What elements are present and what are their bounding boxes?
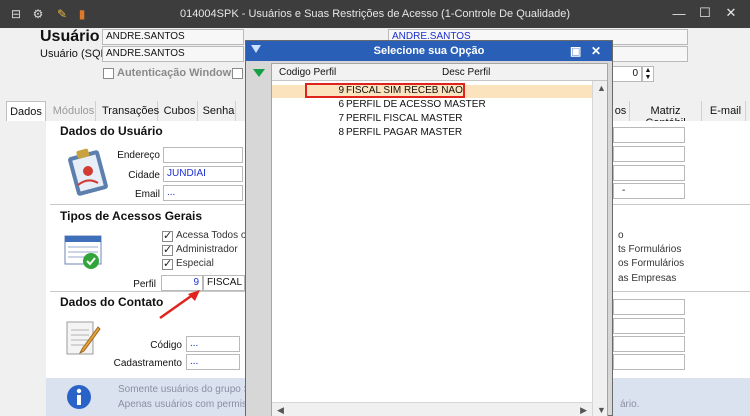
right-option-2: ts Formulários [618, 244, 682, 255]
tab-dados[interactable]: Dados [6, 101, 46, 121]
scroll-left-icon[interactable]: ◀ [277, 405, 284, 416]
contato-right-field-1[interactable] [613, 299, 685, 315]
endereco-field[interactable] [163, 147, 243, 163]
contato-right-field-2[interactable] [613, 318, 685, 334]
contato-right-field-4[interactable] [613, 354, 685, 370]
info-line-1: Somente usuários do grupo Sy [118, 384, 256, 395]
spinner-arrows[interactable]: ▲ ▼ [642, 66, 654, 82]
grid-header: Codigo Perfil Desc Perfil [272, 64, 607, 81]
grid-row[interactable]: 7 PERFIL FISCAL MASTER [272, 113, 592, 126]
email-label: Email [134, 189, 160, 200]
row-desc: PERFIL DE ACESSO MASTER [346, 99, 486, 110]
close-button[interactable]: ✕ [720, 4, 742, 22]
row-code: 7 [338, 113, 344, 124]
tab-modulos[interactable]: Módulos [52, 101, 96, 121]
tab-partial[interactable]: os [612, 101, 630, 121]
email-field[interactable]: ... [163, 185, 243, 201]
administrador-label: Administrador [176, 244, 238, 255]
dialog-titlebar: Selecione sua Opção ▣ ✕ [246, 41, 612, 61]
right-option-3: os Formulários [618, 258, 685, 269]
row-code: 6 [338, 99, 344, 110]
acessos-title: Tipos de Acessos Gerais [60, 209, 203, 223]
sql-field[interactable]: ANDRE.SANTOS [102, 46, 244, 62]
right-field-3[interactable] [613, 165, 685, 181]
info-line-2-right: ário. [620, 399, 640, 410]
perfil-desc-field[interactable]: FISCAL S [203, 275, 245, 291]
scroll-right-icon[interactable]: ▶ [580, 405, 587, 416]
codigo-field[interactable]: ... [186, 336, 240, 352]
row-code: 8 [338, 127, 344, 138]
codigo-label: Código [150, 340, 182, 351]
minimize-button[interactable]: — [668, 4, 690, 22]
col-codigo-perfil[interactable]: Codigo Perfil [279, 67, 336, 78]
perfil-label: Perfil [133, 279, 156, 290]
notepad-icon [66, 321, 101, 355]
dialog-left-strip [246, 61, 271, 416]
administrador-checkbox[interactable] [162, 243, 173, 256]
right-field-1[interactable] [613, 127, 685, 143]
annotation-arrow [159, 290, 200, 320]
contato-title: Dados do Contato [60, 295, 164, 309]
highlight-box [305, 83, 465, 98]
tab-senha[interactable]: Senha [202, 101, 236, 121]
row-desc: PERFIL PAGAR MASTER [346, 127, 463, 138]
extra-checkbox[interactable] [232, 68, 243, 79]
tab-cubos[interactable]: Cubos [162, 101, 198, 121]
tab-email[interactable]: E-mail [706, 101, 746, 121]
endereco-label: Endereço [117, 150, 160, 161]
right-field-4[interactable]: - [613, 183, 685, 199]
especial-checkbox[interactable] [162, 257, 173, 270]
dados-usuario-title: Dados do Usuário [60, 124, 163, 138]
options-grid: Codigo Perfil Desc Perfil 9 FISCAL SIM R… [271, 63, 608, 416]
dialog-close-button[interactable]: ✕ [591, 44, 601, 58]
usuario-field[interactable]: ANDRE.SANTOS [102, 29, 244, 45]
auth-windows-label: Autenticação Windows [117, 67, 238, 79]
scroll-down-icon[interactable]: ▼ [597, 405, 606, 415]
auth-windows-checkbox[interactable] [103, 68, 114, 79]
row-desc: PERFIL FISCAL MASTER [346, 113, 463, 124]
right-option-1: o [618, 230, 624, 241]
col-desc-perfil[interactable]: Desc Perfil [442, 67, 490, 78]
vertical-scrollbar[interactable]: ▲ ▼ [592, 81, 607, 416]
window-title: 014004SPK - Usuários e Suas Restrições d… [179, 8, 571, 20]
cidade-label: Cidade [128, 170, 160, 181]
spinner-field[interactable]: 0 [612, 66, 642, 82]
tab-transacoes[interactable]: Transações [102, 101, 159, 121]
tab-matriz-contabil[interactable]: Matriz Contábil [630, 101, 702, 129]
grid-row[interactable]: 6 PERFIL DE ACESSO MASTER [272, 99, 592, 112]
cadastramento-field[interactable]: ... [186, 354, 240, 370]
horizontal-scrollbar[interactable]: ◀ ▶ [272, 402, 592, 416]
filter-icon[interactable] [253, 69, 265, 77]
dialog-maximize-button[interactable]: ▣ [570, 44, 581, 58]
form-icon [64, 235, 102, 269]
cidade-field[interactable]: JUNDIAI [163, 166, 243, 182]
window-titlebar: ⊟ ⚙ ✎ ▮ 014004SPK - Usuários e Suas Rest… [0, 0, 750, 28]
dialog-title: Selecione sua Opção [373, 45, 485, 57]
info-line-2: Apenas usuários com permiss [118, 399, 252, 410]
right-option-4: as Empresas [618, 273, 677, 284]
contato-right-field-3[interactable] [613, 336, 685, 352]
grid-row[interactable]: 8 PERFIL PAGAR MASTER [272, 127, 592, 140]
acessa-todos-checkbox[interactable] [162, 229, 173, 242]
info-icon [67, 385, 91, 409]
selection-dialog: Selecione sua Opção ▣ ✕ Codigo Perfil De… [245, 40, 613, 416]
maximize-button[interactable]: ☐ [694, 4, 716, 22]
cadastramento-label: Cadastramento [113, 358, 182, 369]
usuario-label: Usuário [40, 28, 100, 45]
especial-label: Especial [176, 258, 214, 269]
right-field-2[interactable] [613, 146, 685, 162]
scroll-up-icon[interactable]: ▲ [597, 83, 606, 93]
acessa-todos-label: Acessa Todos o [176, 230, 247, 241]
